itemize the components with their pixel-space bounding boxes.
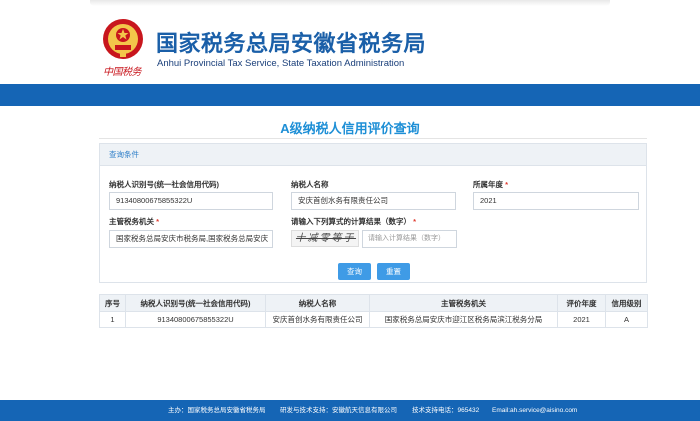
site-footer: 主办：国家税务总局安徽省税务局 研发与技术支持：安徽航天信息有限公司 技术支持电… — [0, 400, 700, 421]
site-header: 中国税务 国家税务总局安徽省税务局 Anhui Provincial Tax S… — [0, 0, 700, 84]
footer-tech-support: 研发与技术支持：安徽航天信息有限公司 — [280, 407, 397, 414]
table-cell: A — [605, 311, 648, 328]
site-subtitle: Anhui Provincial Tax Service, State Taxa… — [157, 58, 405, 69]
captcha-text: 十减零等于 — [294, 233, 358, 244]
required-mark: * — [156, 217, 160, 226]
title-divider — [99, 138, 647, 139]
table-cell: 安庆首创水务有限责任公司 — [265, 311, 370, 328]
table-cell: 1 — [99, 311, 126, 328]
column-header: 纳税人名称 — [265, 294, 370, 312]
table-cell: 国家税务总局安庆市迎江区税务局滨江税务分局 — [369, 311, 558, 328]
column-header: 评价年度 — [557, 294, 606, 312]
authority-label: 主管税务机关 * — [109, 216, 159, 227]
taxpayer-id-input[interactable]: 91340800675855322U — [109, 192, 273, 210]
year-label-text: 所属年度 — [473, 180, 503, 189]
footer-hotline: 技术支持电话：965432 — [412, 407, 480, 414]
column-header: 主管税务机关 — [369, 294, 558, 312]
column-header: 纳税人识别号(统一社会信用代码) — [125, 294, 266, 312]
taxpayer-name-label: 纳税人名称 — [291, 180, 329, 189]
taxpayer-name-input[interactable]: 安庆首创水务有限责任公司 — [291, 192, 456, 210]
year-select[interactable]: 2021 — [473, 192, 639, 210]
table-cell: 2021 — [557, 311, 606, 328]
table-header-row: 序号 纳税人识别号(统一社会信用代码) 纳税人名称 主管税务机关 评价年度 信用… — [99, 294, 648, 312]
table-cell: 91340800675855322U — [125, 311, 266, 328]
authority-label-text: 主管税务机关 — [109, 217, 154, 226]
required-mark: * — [413, 217, 417, 226]
results-table: 序号 纳税人识别号(统一社会信用代码) 纳税人名称 主管税务机关 评价年度 信用… — [99, 294, 648, 328]
captcha-label-text: 请输入下列算式的计算结果（数字） — [291, 217, 411, 226]
year-label: 所属年度 * — [473, 179, 508, 190]
authority-select[interactable]: 国家税务总局安庆市税务局,国家税务总局安庆 — [109, 230, 273, 248]
panel-title: 查询条件 — [100, 144, 646, 166]
table-row: 1 91340800675855322U 安庆首创水务有限责任公司 国家税务总局… — [99, 311, 648, 328]
header-top-tab — [90, 0, 610, 6]
required-mark: * — [505, 180, 509, 189]
taxpayer-id-label: 纳税人识别号(统一社会信用代码) — [109, 180, 219, 189]
captcha-label: 请输入下列算式的计算结果（数字） * — [291, 216, 416, 227]
query-panel: 查询条件 纳税人识别号(统一社会信用代码) 91340800675855322U… — [99, 143, 647, 283]
column-header: 序号 — [99, 294, 126, 312]
query-button[interactable]: 查询 — [338, 263, 371, 280]
page-title: A级纳税人信用评价查询 — [280, 121, 420, 136]
site-title: 国家税务总局安徽省税务局 — [156, 31, 427, 56]
column-header: 信用级别 — [605, 294, 648, 312]
calligraphy-logo: 中国税务 — [103, 67, 142, 78]
footer-sponsor: 主办：国家税务总局安徽省税务局 — [168, 407, 266, 414]
captcha-image[interactable]: 十减零等于 — [291, 230, 359, 247]
reset-button[interactable]: 重置 — [377, 263, 410, 280]
footer-email: Email:ah.service@aisino.com — [492, 407, 578, 414]
tax-service-emblem-icon — [103, 19, 143, 59]
captcha-answer-input[interactable]: 请输入计算结果（数字） — [362, 230, 457, 248]
nav-bar — [0, 84, 700, 106]
